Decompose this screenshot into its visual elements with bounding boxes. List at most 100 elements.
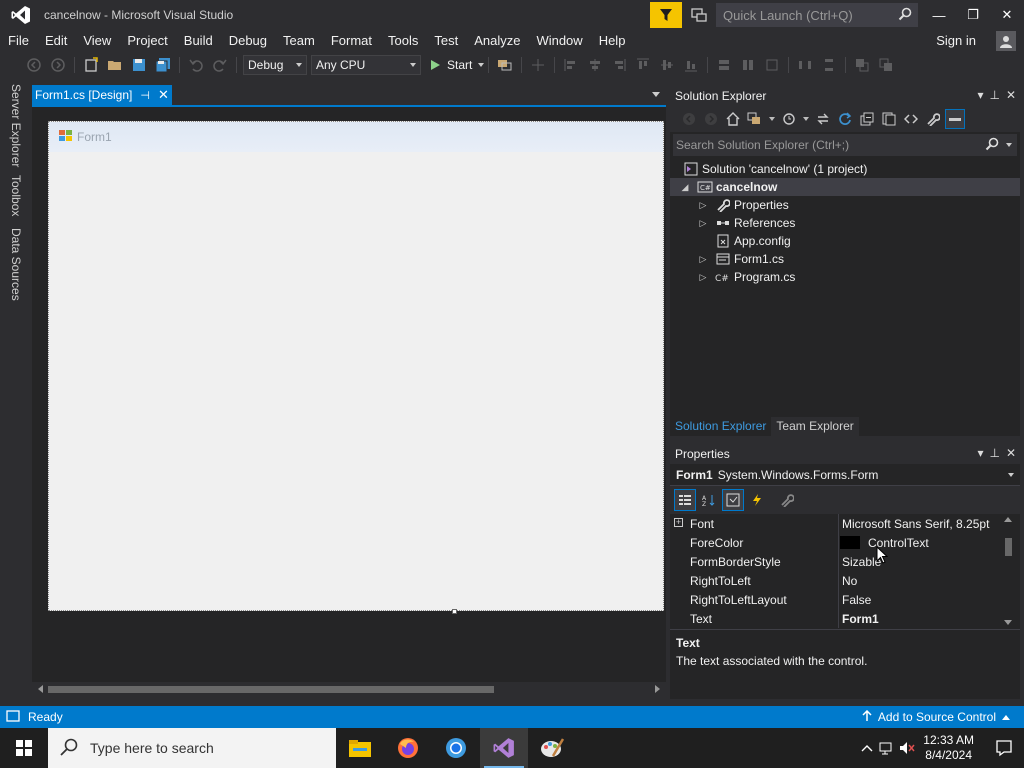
align-to-grid-icon[interactable] — [528, 55, 548, 75]
tree-solution-node[interactable]: Solution 'cancelnow' (1 project) — [670, 160, 1020, 178]
search-icon[interactable] — [985, 137, 999, 154]
resize-handle-bottom[interactable] — [452, 609, 457, 614]
menu-debug[interactable]: Debug — [221, 30, 275, 52]
close-tab-icon[interactable]: ✕ — [158, 87, 169, 103]
home-icon[interactable] — [723, 109, 743, 129]
solution-platform-select[interactable]: Any CPU — [311, 55, 421, 75]
alphabetical-icon[interactable]: AZ — [698, 489, 720, 511]
expand-arrow-icon[interactable]: ▷ — [698, 254, 708, 265]
navigate-forward-icon[interactable] — [48, 55, 68, 75]
property-value[interactable]: No — [842, 574, 857, 588]
file-explorer-icon[interactable] — [336, 728, 384, 768]
menu-project[interactable]: Project — [119, 30, 175, 52]
menu-view[interactable]: View — [75, 30, 119, 52]
action-center-icon[interactable] — [984, 728, 1024, 768]
property-row-font[interactable]: + Font Microsoft Sans Serif, 8.25pt — [670, 514, 1020, 533]
paint-icon[interactable] — [528, 728, 576, 768]
make-same-height-icon[interactable] — [738, 55, 758, 75]
property-pages-wrench-icon[interactable] — [776, 489, 798, 511]
taskbar-search-input[interactable]: Type here to search — [48, 728, 336, 768]
refresh-icon[interactable] — [835, 109, 855, 129]
tree-item-program-cs[interactable]: ▷ C# Program.cs — [670, 268, 1020, 286]
navigate-back-icon[interactable] — [24, 55, 44, 75]
expand-arrow-icon[interactable]: ▷ — [698, 218, 708, 229]
make-same-size-icon[interactable] — [762, 55, 782, 75]
start-button[interactable]: Start — [429, 58, 485, 72]
close-panel-icon[interactable]: ✕ — [1006, 446, 1016, 460]
tree-project-node[interactable]: ◢ C# cancelnow — [670, 178, 1020, 196]
menu-team[interactable]: Team — [275, 30, 323, 52]
back-icon[interactable] — [679, 109, 699, 129]
expand-plus-icon[interactable]: + — [674, 518, 683, 527]
view-code-icon[interactable] — [901, 109, 921, 129]
property-value[interactable]: Microsoft Sans Serif, 8.25pt — [842, 517, 989, 531]
tab-dropdown-icon[interactable] — [652, 92, 660, 97]
add-to-source-control-button[interactable]: Add to Source Control — [862, 706, 1010, 728]
taskbar-clock[interactable]: 12:33 AM 8/4/2024 — [923, 733, 974, 763]
undo-icon[interactable] — [186, 55, 206, 75]
property-row-text[interactable]: Text Form1 — [670, 609, 1020, 628]
collapse-all-icon[interactable] — [857, 109, 877, 129]
window-position-dropdown-icon[interactable]: ▾ — [977, 446, 983, 460]
property-value[interactable]: Form1 — [842, 612, 879, 626]
form1-window[interactable]: Form1 — [48, 121, 664, 614]
expand-arrow-icon[interactable]: ▷ — [698, 200, 708, 211]
tree-item-form1-cs[interactable]: ▷ Form1.cs — [670, 250, 1020, 268]
align-centers-icon[interactable] — [585, 55, 605, 75]
window-position-dropdown-icon[interactable]: ▾ — [977, 88, 983, 102]
align-tops-icon[interactable] — [633, 55, 653, 75]
windows-start-icon[interactable] — [0, 728, 48, 768]
vertical-spacing-icon[interactable] — [819, 55, 839, 75]
restore-button[interactable]: ❐ — [956, 0, 990, 30]
send-to-back-icon[interactable] — [876, 55, 896, 75]
redo-icon[interactable] — [210, 55, 230, 75]
solution-explorer-search-input[interactable]: Search Solution Explorer (Ctrl+;) — [673, 134, 1017, 156]
account-icon[interactable] — [996, 31, 1016, 51]
show-all-files-icon[interactable] — [879, 109, 899, 129]
minimize-button[interactable]: — — [922, 0, 956, 30]
search-options-dropdown-icon[interactable] — [1006, 143, 1012, 147]
pin-icon[interactable]: ⊥ — [989, 446, 999, 460]
horizontal-spacing-icon[interactable] — [795, 55, 815, 75]
chrome-icon[interactable] — [432, 728, 480, 768]
menu-help[interactable]: Help — [591, 30, 634, 52]
notification-filter-icon[interactable] — [650, 2, 682, 28]
new-project-icon[interactable] — [81, 55, 101, 75]
pending-changes-filter-icon[interactable] — [779, 109, 799, 129]
scrollbar-thumb[interactable] — [1005, 538, 1012, 556]
property-value[interactable]: False — [842, 593, 871, 607]
scroll-left-icon[interactable] — [38, 685, 43, 693]
property-grid-scrollbar[interactable] — [1002, 514, 1014, 628]
menu-analyze[interactable]: Analyze — [466, 30, 528, 52]
property-row-righttoleftlayout[interactable]: RightToLeftLayout False — [670, 590, 1020, 609]
scroll-right-icon[interactable] — [655, 685, 660, 693]
menu-test[interactable]: Test — [426, 30, 466, 52]
save-all-icon[interactable] — [153, 55, 173, 75]
tree-item-properties[interactable]: ▷ Properties — [670, 196, 1020, 214]
tab-form1-design[interactable]: Form1.cs [Design] ⊣ ✕ — [32, 85, 172, 105]
quick-launch-input[interactable]: Quick Launch (Ctrl+Q) — [716, 3, 918, 27]
open-file-icon[interactable] — [105, 55, 125, 75]
toolbox-tab[interactable]: Toolbox — [9, 175, 23, 216]
data-sources-tab[interactable]: Data Sources — [9, 228, 23, 301]
find-in-files-icon[interactable] — [495, 55, 515, 75]
menu-format[interactable]: Format — [323, 30, 380, 52]
menu-build[interactable]: Build — [176, 30, 221, 52]
align-bottoms-icon[interactable] — [681, 55, 701, 75]
properties-wrench-icon[interactable] — [923, 109, 943, 129]
chevron-down-icon[interactable] — [801, 109, 811, 129]
save-icon[interactable] — [129, 55, 149, 75]
collapse-arrow-icon[interactable]: ◢ — [680, 182, 690, 193]
align-rights-icon[interactable] — [609, 55, 629, 75]
scroll-up-icon[interactable] — [1004, 517, 1012, 522]
pin-icon[interactable]: ⊥ — [989, 88, 999, 102]
switch-views-icon[interactable] — [745, 109, 765, 129]
object-selector-dropdown[interactable]: Form1 System.Windows.Forms.Form — [670, 464, 1020, 486]
solution-configuration-select[interactable]: Debug — [243, 55, 307, 75]
sign-in-link[interactable]: Sign in — [936, 30, 976, 52]
align-lefts-icon[interactable] — [561, 55, 581, 75]
scrollbar-thumb[interactable] — [48, 686, 494, 693]
sync-with-active-document-icon[interactable] — [813, 109, 833, 129]
search-icon[interactable] — [898, 7, 912, 24]
server-explorer-tab[interactable]: Server Explorer — [9, 84, 23, 167]
